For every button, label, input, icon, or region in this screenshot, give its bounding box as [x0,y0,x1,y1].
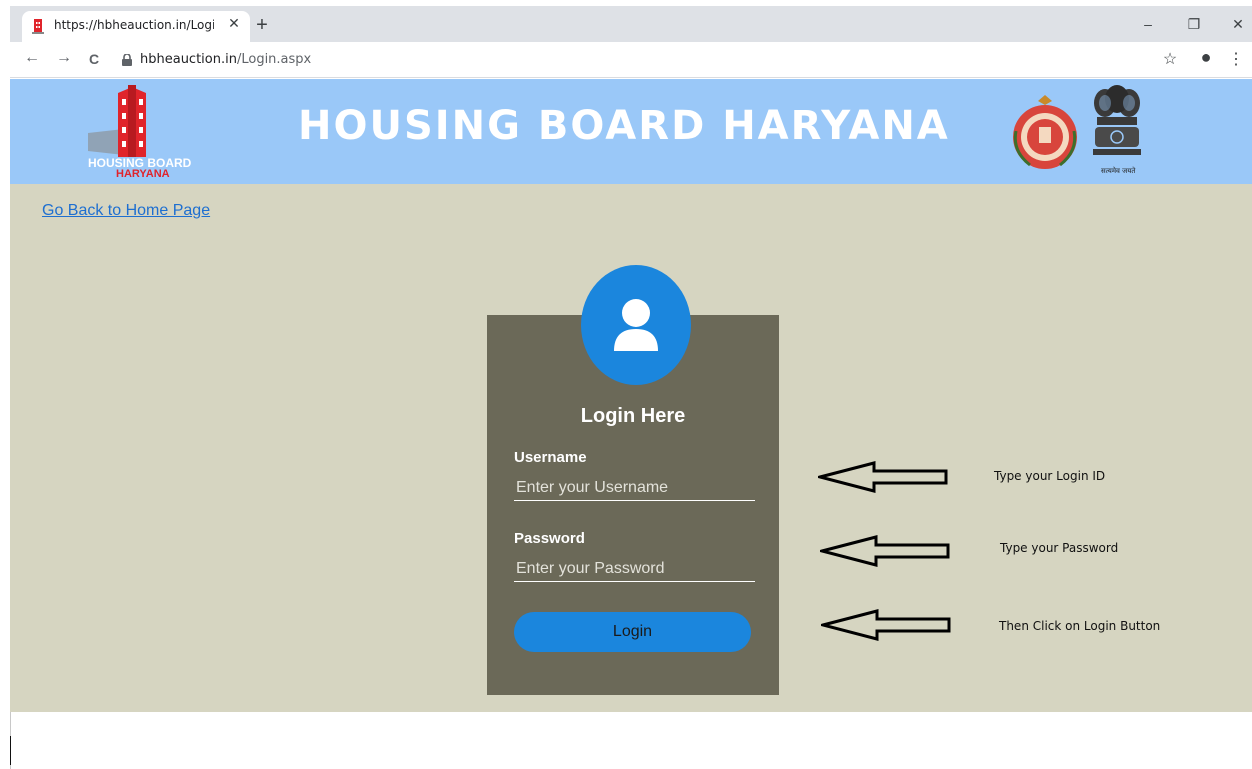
browser-tab[interactable]: https://hbheauction.in/Login.aspx ✕ [22,11,250,42]
browser-tabstrip: https://hbheauction.in/Login.aspx ✕ + – … [10,6,1252,42]
address-bar[interactable]: hbheauction.in/Login.aspx [140,52,311,67]
arrow-left-icon [818,461,948,493]
page-footer-area [10,712,1252,769]
arrow-left-icon [820,535,950,567]
window-close-button[interactable]: ✕ [1228,16,1248,33]
minimize-button[interactable]: – [1138,16,1158,32]
back-home-link[interactable]: Go Back to Home Page [42,202,210,220]
page-title: HOUSING BOARD HARYANA [298,103,950,149]
url-host: hbheauction.in [140,52,237,67]
annotation-login-id: Type your Login ID [994,469,1106,483]
password-input[interactable] [514,556,755,582]
tab-close-icon[interactable]: ✕ [225,15,243,32]
profile-icon[interactable]: ● [1196,47,1216,68]
haryana-emblem-icon [1013,95,1077,169]
login-button[interactable]: Login [514,612,751,652]
arrow-left-icon [821,609,951,641]
user-icon [614,299,658,351]
new-tab-button[interactable]: + [252,15,272,35]
page-body: HOUSING BOARD HARYANA HOUSING BOARD HARY… [10,79,1252,712]
housing-board-logo: HOUSING BOARD HARYANA [84,85,204,180]
password-label: Password [514,530,585,547]
browser-toolbar: ← → C hbheauction.in/Login.aspx ☆ ● ⋮ [10,42,1252,78]
user-avatar [581,265,691,385]
bookmark-star-icon[interactable]: ☆ [1160,49,1180,69]
tab-title: https://hbheauction.in/Login.aspx [54,18,214,32]
site-header: HOUSING BOARD HARYANA HOUSING BOARD HARY… [10,79,1252,184]
logo-text-line2: HARYANA [116,168,170,180]
annotation-login-button: Then Click on Login Button [999,619,1161,633]
login-title: Login Here [580,405,686,427]
restore-button[interactable]: ❐ [1184,16,1204,33]
annotation-password: Type your Password [1000,541,1119,555]
ashoka-emblem-icon [1093,85,1141,155]
favicon-icon [32,19,44,34]
text-caret [10,736,11,765]
emblem-caption: सत्यमेव जयते [1101,167,1136,175]
username-input[interactable] [514,475,755,501]
back-arrow-icon[interactable]: ← [22,49,42,67]
browser-menu-icon[interactable]: ⋮ [1226,49,1246,69]
forward-arrow-icon[interactable]: → [54,49,74,67]
username-label: Username [514,449,587,466]
lock-icon [122,54,132,66]
reload-icon[interactable]: C [84,51,104,67]
national-emblem: सत्यमेव जयते [1087,85,1147,180]
url-path: /Login.aspx [236,52,312,67]
